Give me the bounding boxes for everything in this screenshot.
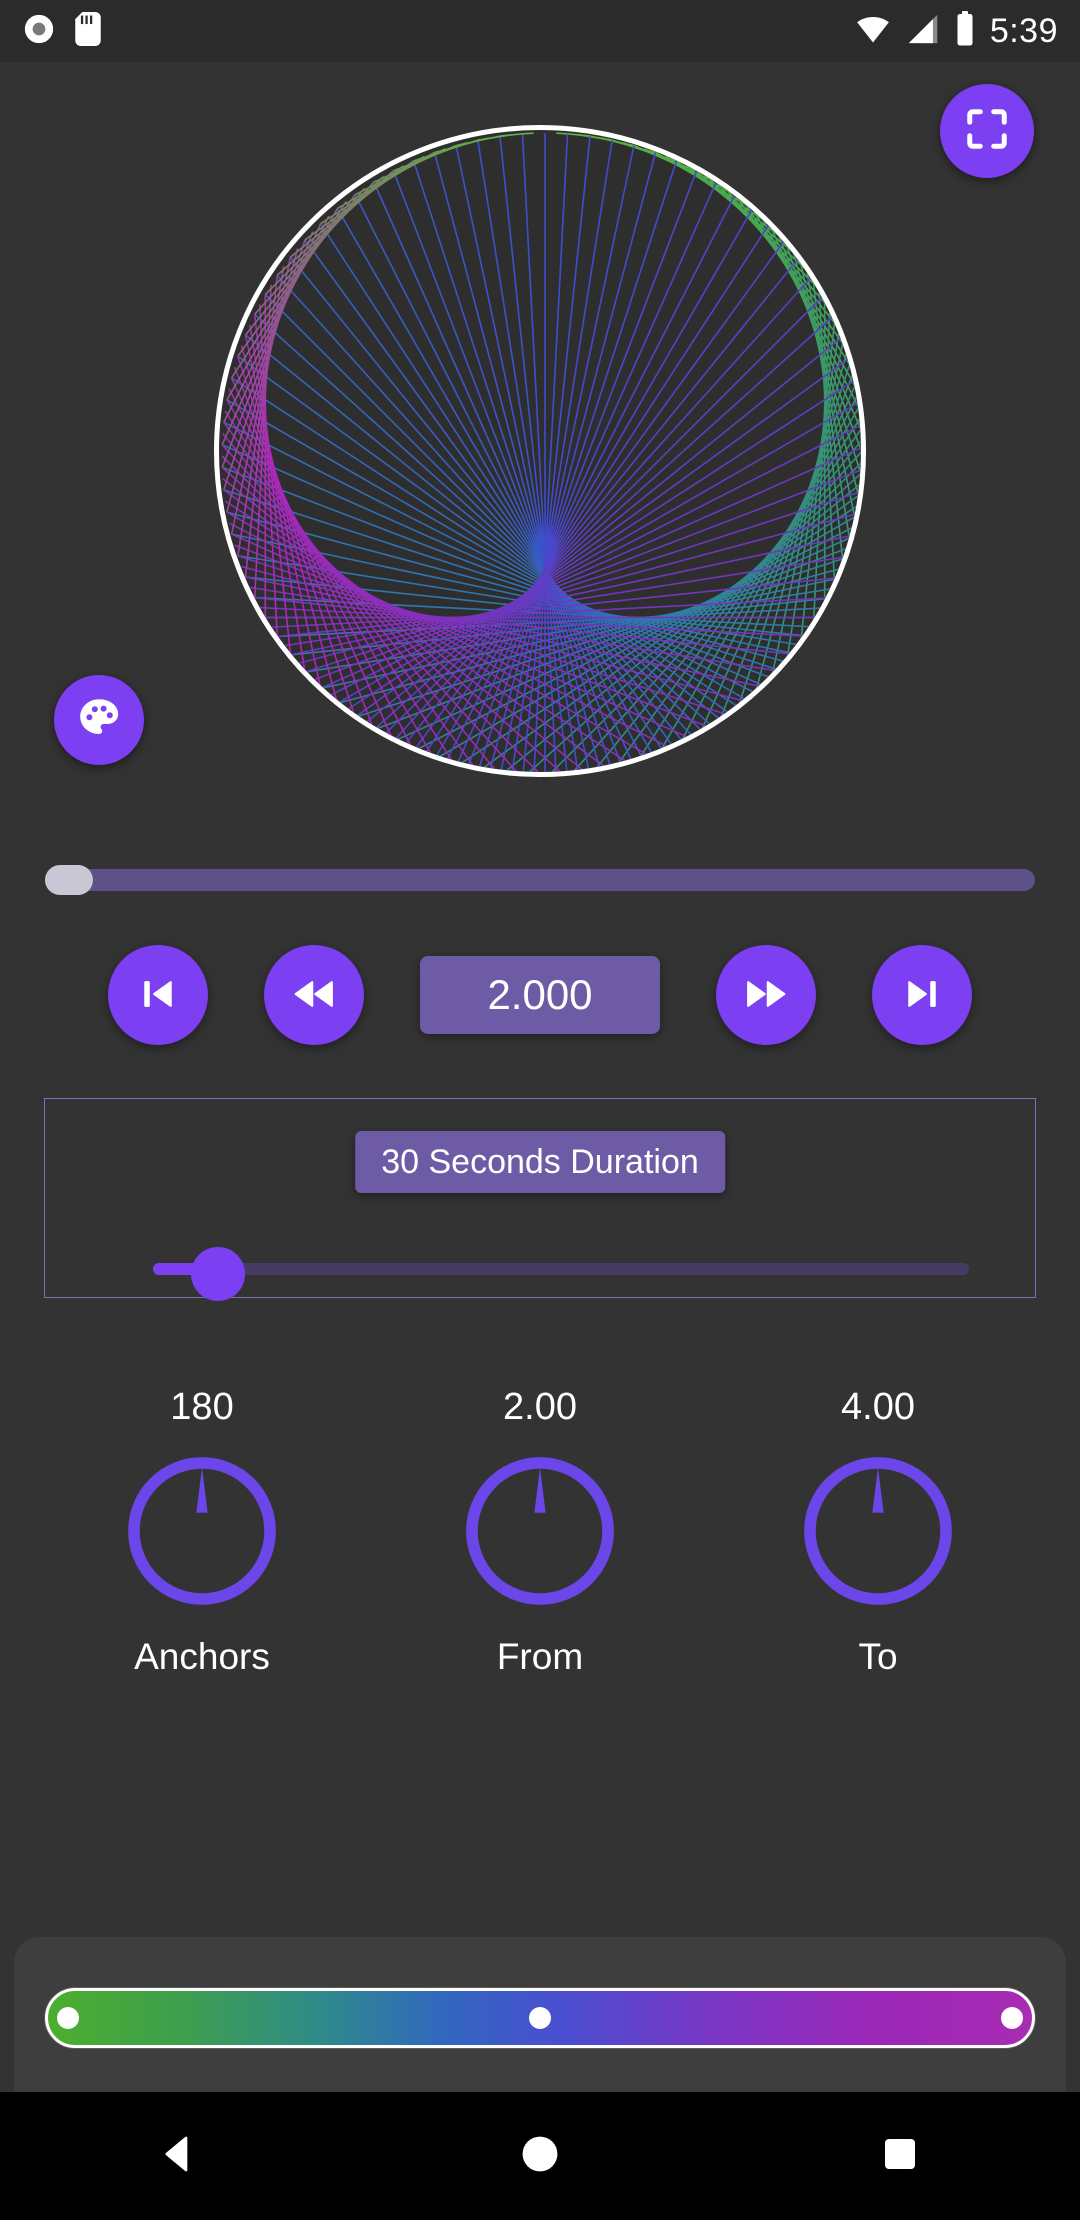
rewind-button[interactable] [264, 945, 364, 1045]
battery-icon [954, 10, 976, 52]
status-bar-clock: 5:39 [989, 12, 1058, 50]
fullscreen-icon [964, 106, 1010, 157]
duration-slider-track[interactable] [153, 1263, 969, 1275]
knob-from-value: 2.00 [503, 1386, 577, 1428]
gradient-handle-middle[interactable] [529, 2007, 551, 2029]
android-nav-bar [0, 2092, 1080, 2220]
skip-previous-icon [136, 972, 180, 1019]
fast-forward-icon [744, 972, 788, 1019]
duration-button[interactable]: 30 Seconds Duration [355, 1131, 725, 1193]
knob-to-dial[interactable] [795, 1448, 961, 1614]
knob-from[interactable]: 2.00 From [433, 1388, 647, 1678]
skip-next-button[interactable] [872, 945, 972, 1045]
knob-to[interactable]: 4.00 To [771, 1388, 985, 1678]
gradient-color-bar[interactable] [45, 1988, 1035, 2048]
app-screen: 5:39 2.000 30 Seconds Duration 180 Ancho… [0, 0, 1080, 2220]
home-circle-icon [518, 2132, 562, 2181]
knob-anchors-dial[interactable] [119, 1448, 285, 1614]
art-circle-outline [214, 125, 866, 777]
parameter-knobs: 180 Anchors 2.00 From 4.00 To [0, 1388, 1080, 1678]
knob-from-dial[interactable] [457, 1448, 623, 1614]
knob-anchors[interactable]: 180 Anchors [95, 1388, 309, 1678]
gradient-handle-end[interactable] [1001, 2007, 1024, 2029]
string-art-lines [221, 132, 861, 772]
transport-controls: 2.000 [0, 940, 1080, 1050]
knob-anchors-label: Anchors [134, 1636, 270, 1677]
progress-thumb[interactable] [45, 865, 93, 895]
duration-panel: 30 Seconds Duration [44, 1098, 1036, 1301]
status-bar: 5:39 [0, 0, 1080, 62]
nav-recents-button[interactable] [845, 2101, 955, 2211]
string-art-visualization[interactable] [214, 125, 866, 777]
wifi-icon [854, 12, 892, 51]
speed-value-box[interactable]: 2.000 [420, 956, 660, 1034]
knob-from-label: From [496, 1636, 584, 1677]
fullscreen-button[interactable] [940, 84, 1034, 178]
cell-signal-icon [906, 12, 940, 51]
rewind-icon [292, 972, 336, 1019]
status-bar-left-icons [22, 11, 102, 51]
fast-forward-button[interactable] [716, 945, 816, 1045]
duration-slider[interactable] [117, 1247, 969, 1301]
knob-anchors-value: 180 [170, 1386, 234, 1428]
knob-to-value: 4.00 [841, 1386, 915, 1428]
nav-home-button[interactable] [485, 2101, 595, 2211]
progress-track[interactable] [45, 869, 1035, 891]
knob-to-label: To [858, 1636, 898, 1677]
gradient-handle-start[interactable] [56, 2007, 79, 2029]
duration-slider-thumb[interactable] [191, 1247, 245, 1301]
skip-previous-button[interactable] [108, 945, 208, 1045]
palette-icon [75, 694, 123, 747]
recents-square-icon [880, 2134, 920, 2179]
skip-next-icon [900, 972, 944, 1019]
back-triangle-icon [158, 2132, 202, 2181]
nav-back-button[interactable] [125, 2101, 235, 2211]
palette-button[interactable] [54, 675, 144, 765]
status-bar-right-icons: 5:39 [854, 10, 1058, 52]
artwork-canvas[interactable] [0, 62, 1080, 802]
sd-card-icon [74, 11, 102, 51]
record-icon [22, 12, 56, 51]
playback-progress-slider[interactable] [0, 860, 1080, 900]
